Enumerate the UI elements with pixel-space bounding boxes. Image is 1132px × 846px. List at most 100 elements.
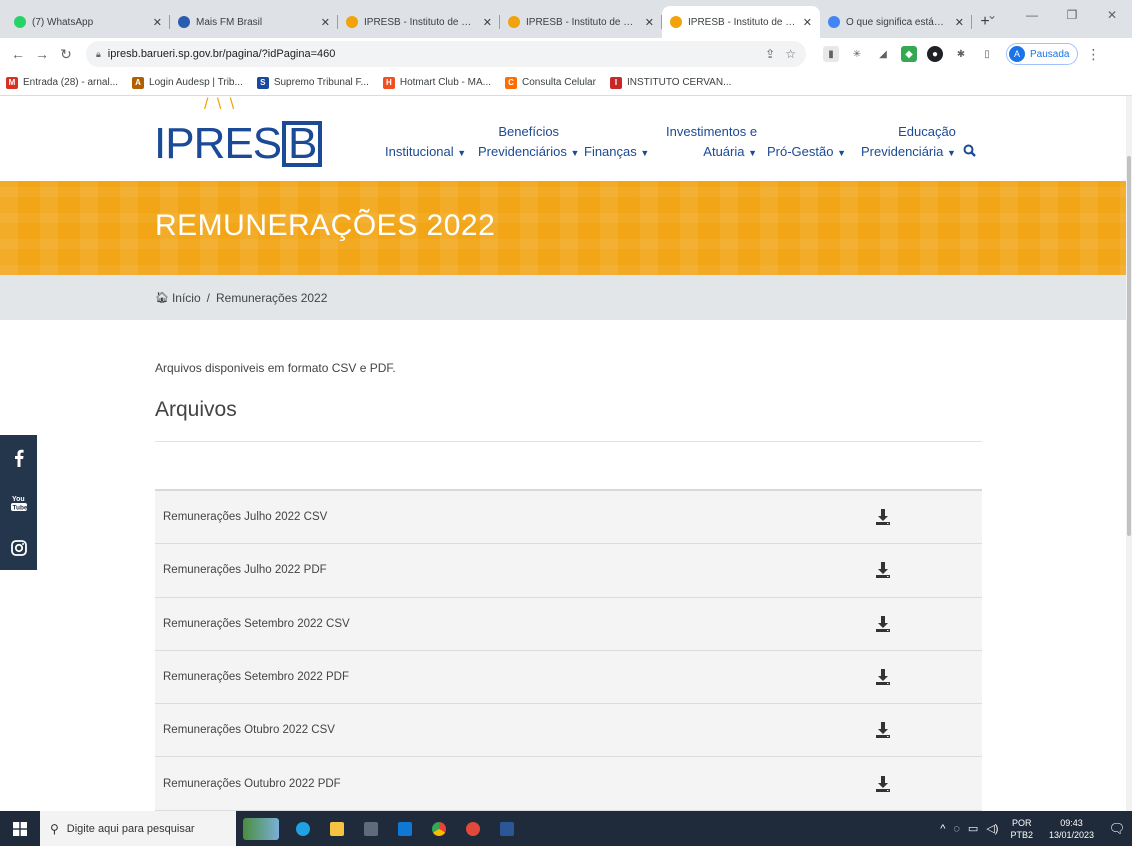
tab-search-icon[interactable]: ⌄ xyxy=(972,0,1012,30)
file-name[interactable]: Remunerações Otubro 2022 CSV xyxy=(163,724,335,736)
file-explorer-icon[interactable] xyxy=(320,811,354,846)
file-list: Remunerações Julho 2022 CSV Remunerações … xyxy=(155,489,982,811)
nav-label: Investimentos e xyxy=(666,124,758,139)
restore-button[interactable]: ❐ xyxy=(1052,0,1092,30)
facebook-icon[interactable] xyxy=(0,435,37,480)
web-page: / \ \ IPRES B Institucional ▼ Benefícios … xyxy=(0,96,1126,811)
instagram-icon[interactable] xyxy=(0,525,37,570)
file-row[interactable]: Remunerações Julho 2022 CSV xyxy=(155,491,982,545)
sidepanel-icon[interactable]: ▯ xyxy=(979,46,995,62)
youtube-icon[interactable]: You Tube xyxy=(0,480,37,525)
file-row[interactable]: Remunerações Setembro 2022 CSV xyxy=(155,597,982,651)
word-icon[interactable] xyxy=(490,811,524,846)
chrome-icon[interactable] xyxy=(422,811,456,846)
scrollbar-thumb[interactable] xyxy=(1127,156,1131,536)
minimize-button[interactable]: — xyxy=(1012,0,1052,30)
close-tab-icon[interactable]: ✕ xyxy=(321,16,330,29)
nav-educacao[interactable]: Educação Previdenciária ▼ xyxy=(861,122,956,163)
download-icon[interactable] xyxy=(875,561,891,579)
onedrive-icon[interactable]: ◌ xyxy=(953,823,960,835)
outlook-icon[interactable] xyxy=(388,811,422,846)
bookmark-favicon-icon: C xyxy=(505,76,518,89)
download-icon[interactable] xyxy=(875,615,891,633)
system-tray: ^ ◌ ▭ ◁) POR PTB2 09:43 13/01/2023 🗨︎ xyxy=(936,811,1132,846)
lock-icon[interactable]: 🔒︎ xyxy=(96,49,101,60)
clock[interactable]: 09:43 13/01/2023 xyxy=(1049,817,1094,841)
search-icon: ⚲ xyxy=(50,821,59,836)
back-button[interactable]: ← xyxy=(8,46,28,62)
app-icon[interactable] xyxy=(456,811,490,846)
file-row[interactable]: Remunerações Setembro 2022 PDF xyxy=(155,650,982,705)
volume-icon[interactable]: ◁) xyxy=(986,822,998,835)
site-search-icon[interactable] xyxy=(963,144,976,161)
nav-institucional[interactable]: Institucional ▼ xyxy=(385,142,466,163)
browser-tab[interactable]: Mais FM Brasil ✕ xyxy=(170,6,338,38)
browser-tab[interactable]: IPRESB - Instituto de Previdê ✕ xyxy=(500,6,662,38)
puzzle-icon[interactable]: ✱ xyxy=(953,46,969,62)
bookmark-favicon-icon: I xyxy=(609,76,622,89)
file-name[interactable]: Remunerações Setembro 2022 PDF xyxy=(163,671,349,683)
window-controls: ⌄ — ❐ ✕ xyxy=(972,0,1132,30)
close-tab-icon[interactable]: ✕ xyxy=(803,16,812,29)
close-window-button[interactable]: ✕ xyxy=(1092,0,1132,30)
file-name[interactable]: Remunerações Outubro 2022 PDF xyxy=(163,778,341,790)
language-indicator[interactable]: POR PTB2 xyxy=(1010,817,1033,841)
bookmark-label: Supremo Tribunal F... xyxy=(273,77,369,88)
bookmark-item[interactable]: H Hotmart Club - MA... xyxy=(382,76,491,89)
nav-financas[interactable]: Finanças ▼ xyxy=(584,142,649,163)
close-tab-icon[interactable]: ✕ xyxy=(645,16,654,29)
browser-tab[interactable]: IPRESB - Instituto de Previdê ✕ xyxy=(338,6,500,38)
close-tab-icon[interactable]: ✕ xyxy=(483,16,492,29)
profile-button[interactable]: A Pausada xyxy=(1006,43,1079,65)
file-name[interactable]: Remunerações Julho 2022 PDF xyxy=(163,564,327,576)
share-icon[interactable]: ⇪ xyxy=(765,47,775,61)
close-tab-icon[interactable]: ✕ xyxy=(153,16,162,29)
bookmark-star-icon[interactable]: ☆ xyxy=(785,47,796,61)
file-name[interactable]: Remunerações Julho 2022 CSV xyxy=(163,511,327,523)
close-tab-icon[interactable]: ✕ xyxy=(955,16,964,29)
edge-icon[interactable] xyxy=(286,811,320,846)
bookmark-item[interactable]: S Supremo Tribunal F... xyxy=(256,76,369,89)
network-icon[interactable]: ▭ xyxy=(968,822,978,835)
forward-button[interactable]: → xyxy=(32,46,52,62)
home-icon[interactable]: 🏠︎ xyxy=(155,291,169,304)
reload-button[interactable]: ↻ xyxy=(56,46,76,63)
ipresb-logo[interactable]: / \ \ IPRES B xyxy=(154,96,323,174)
extension-icon[interactable]: ◢ xyxy=(875,46,891,62)
file-row[interactable]: Remunerações Julho 2022 PDF xyxy=(155,544,982,598)
browser-tab[interactable]: (7) WhatsApp ✕ xyxy=(6,6,170,38)
download-icon[interactable] xyxy=(875,508,891,526)
page-scrollbar[interactable] xyxy=(1126,96,1132,811)
download-icon[interactable] xyxy=(875,721,891,739)
extension-icon[interactable]: ◆ xyxy=(901,46,917,62)
bookmark-item[interactable]: A Login Audesp | Trib... xyxy=(132,76,243,89)
nav-investimentos[interactable]: Investimentos e Atuária ▼ xyxy=(666,122,757,163)
extension-icon[interactable]: ✳ xyxy=(849,46,865,62)
extension-icon[interactable]: ● xyxy=(927,46,943,62)
file-row[interactable]: Remunerações Otubro 2022 CSV xyxy=(155,704,982,758)
download-icon[interactable] xyxy=(875,775,891,793)
windows-start-icon[interactable] xyxy=(0,811,40,846)
browser-tab-strip: (7) WhatsApp ✕ Mais FM Brasil ✕ IPRESB - Ins… xyxy=(0,0,1132,38)
bookmark-item[interactable]: M Entrada (28) - arnal... xyxy=(6,76,118,89)
widgets-icon[interactable] xyxy=(236,811,286,846)
browser-menu-icon[interactable]: ⋮ xyxy=(1086,46,1100,63)
extension-icon[interactable]: ▮ xyxy=(823,46,839,62)
chevron-up-icon[interactable]: ^ xyxy=(940,823,945,835)
file-row[interactable]: Remunerações Outubro 2022 PDF xyxy=(155,757,982,811)
logo-box-letter: B xyxy=(282,121,323,167)
url-field[interactable]: 🔒︎ ipresb.barueri.sp.gov.br/pagina/?idPa… xyxy=(86,41,806,67)
calculator-icon[interactable] xyxy=(354,811,388,846)
bookmark-item[interactable]: I INSTITUTO CERVAN... xyxy=(609,76,731,89)
bookmark-item[interactable]: C Consulta Celular xyxy=(505,76,596,89)
nav-pro-gestao[interactable]: Pró-Gestão ▼ xyxy=(767,142,846,163)
notifications-icon[interactable]: 🗨︎ xyxy=(1102,821,1132,837)
breadcrumb-home-link[interactable]: Início xyxy=(172,291,201,305)
nav-beneficios[interactable]: Benefícios Previdenciários ▼ xyxy=(478,122,579,163)
bookmarks-bar: M Entrada (28) - arnal... A Login Audesp | … xyxy=(0,70,1132,96)
browser-tab[interactable]: O que significa estágio? - Glo ✕ xyxy=(820,6,972,38)
file-name[interactable]: Remunerações Setembro 2022 CSV xyxy=(163,618,350,630)
download-icon[interactable] xyxy=(875,668,891,686)
taskbar-search-box[interactable]: ⚲ Digite aqui para pesquisar xyxy=(40,811,236,846)
browser-tab[interactable]: IPRESB - Instituto de Previdê ✕ xyxy=(662,6,820,38)
